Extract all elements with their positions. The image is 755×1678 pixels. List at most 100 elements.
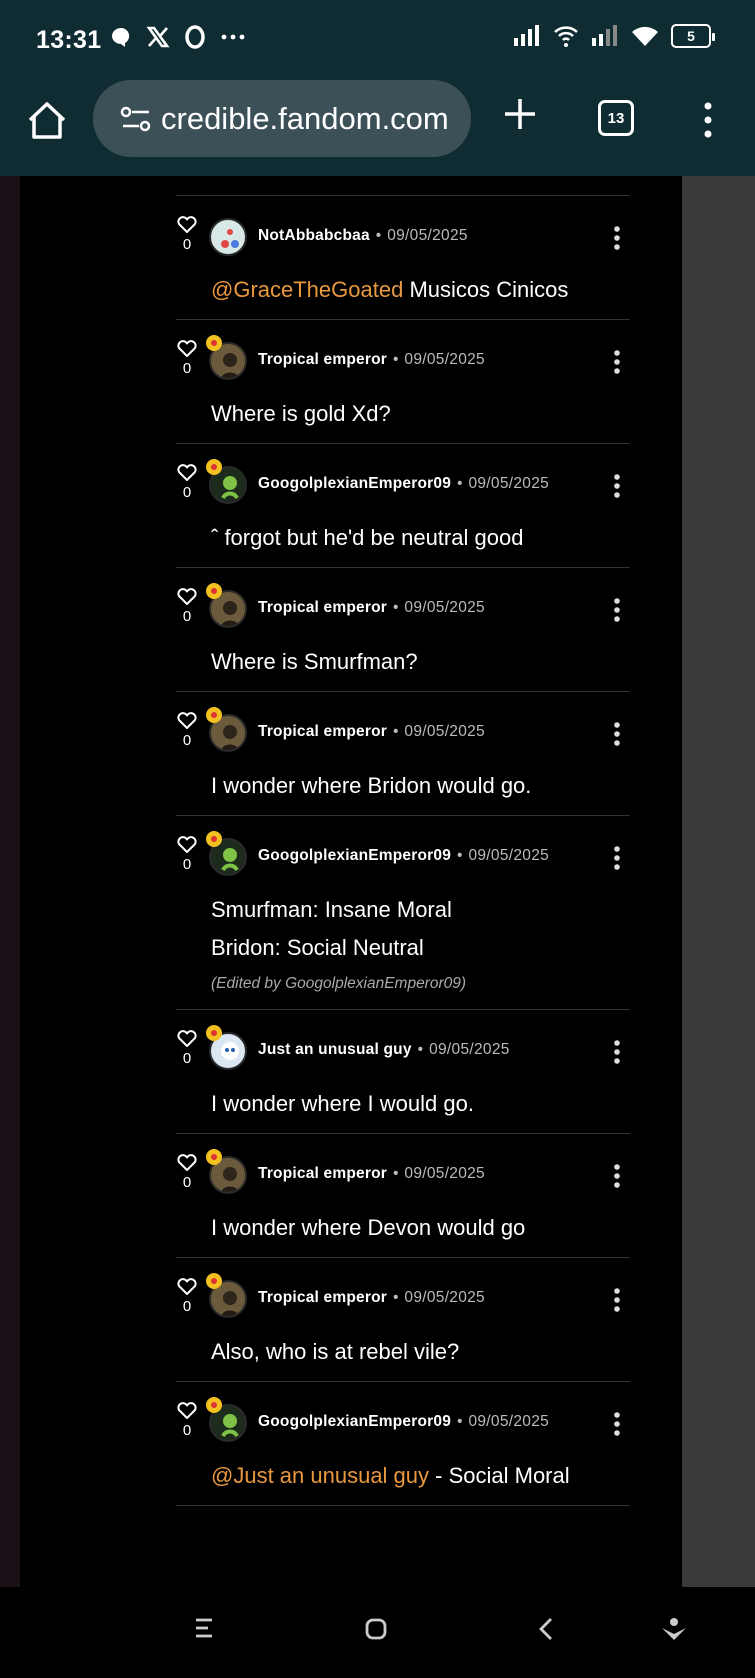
like-control[interactable]: 0: [176, 340, 198, 377]
like-control[interactable]: 0: [176, 216, 198, 253]
back-icon[interactable]: [538, 1617, 554, 1641]
badge-icon: [206, 335, 222, 351]
heart-icon[interactable]: [177, 1030, 197, 1048]
heart-icon[interactable]: [177, 464, 197, 482]
author-name[interactable]: GoogolplexianEmperor09: [258, 1413, 451, 1430]
comment-text-line: @Just an unusual guy - Social Moral: [176, 1457, 570, 1495]
like-count: 0: [182, 360, 192, 377]
comment-options-icon[interactable]: [613, 597, 621, 623]
comment-item: 0 Tropical emperor • 09/05/2025 Where is gol…: [176, 320, 630, 444]
comment-date: 09/05/2025: [468, 475, 550, 492]
like-control[interactable]: 0: [176, 712, 198, 749]
comment-text: Also, who is at rebel vile?: [211, 1339, 460, 1364]
status-time: 13:31: [36, 26, 102, 54]
badge-icon: [206, 1273, 222, 1289]
heart-icon[interactable]: [177, 712, 197, 730]
comment-options-icon[interactable]: [613, 1163, 621, 1189]
x-logo-icon: [146, 26, 170, 48]
author-name[interactable]: Just an unusual guy: [258, 1041, 412, 1058]
home-nav-icon[interactable]: [364, 1617, 388, 1641]
comment-item: 0 Tropical emperor • 09/05/2025 I wonder whe…: [176, 1134, 630, 1258]
comment-text: Where is Smurfman?: [211, 649, 418, 674]
author-name[interactable]: GoogolplexianEmperor09: [258, 847, 451, 864]
heart-icon[interactable]: [177, 1154, 197, 1172]
tab-count: 13: [607, 109, 625, 127]
comment-options-icon[interactable]: [613, 1039, 621, 1065]
comment-date: 09/05/2025: [404, 599, 485, 616]
comment-options-icon[interactable]: [613, 473, 621, 499]
comment-text: Bridon: Social Neutral: [211, 935, 424, 960]
opera-icon: [185, 25, 205, 49]
address-bar[interactable]: credible.fandom.com: [93, 80, 471, 157]
comment-text-line: Smurfman: Insane Moral: [176, 891, 466, 929]
author-name[interactable]: Tropical emperor: [258, 723, 387, 740]
assistant-icon[interactable]: [661, 1617, 687, 1643]
author-name[interactable]: Tropical emperor: [258, 1289, 387, 1306]
comment-text-line: I wonder where Devon would go: [176, 1209, 525, 1247]
badge-icon: [206, 707, 222, 723]
heart-icon[interactable]: [177, 836, 197, 854]
new-tab-icon[interactable]: [500, 94, 540, 134]
heart-icon[interactable]: [177, 588, 197, 606]
heart-icon[interactable]: [177, 340, 197, 358]
tab-switcher-button[interactable]: 13: [598, 100, 634, 136]
comment-body: I wonder where Devon would go: [176, 1209, 525, 1247]
status-bar: 13:31 5: [0, 0, 755, 80]
url-text: credible.fandom.com: [161, 100, 449, 136]
like-control[interactable]: 0: [176, 1402, 198, 1439]
comment-date: 09/05/2025: [468, 847, 550, 864]
like-control[interactable]: 0: [176, 464, 198, 501]
like-control[interactable]: 0: [176, 1278, 198, 1315]
mention-link[interactable]: @Just an unusual guy: [211, 1463, 429, 1488]
comment-text-line: I wonder where Bridon would go.: [176, 767, 531, 805]
comment-meta: NotAbbabcbaa • 09/05/2025: [258, 227, 468, 245]
like-control[interactable]: 0: [176, 588, 198, 625]
comment-item: 0 GoogolplexianEmperor09 • 09/05/2025 ˆ forg…: [176, 444, 630, 568]
comment-options-icon[interactable]: [613, 225, 621, 251]
comment-date: 09/05/2025: [468, 1413, 550, 1430]
like-count: 0: [182, 1298, 192, 1315]
separator-dot: •: [392, 723, 399, 740]
comment-text: ˆ forgot but he'd be neutral good: [211, 525, 524, 550]
heart-icon[interactable]: [177, 1278, 197, 1296]
heart-icon[interactable]: [177, 1402, 197, 1420]
comment-item: 0 NotAbbabcbaa • 09/05/2025 @GraceTheGoated …: [176, 196, 630, 320]
author-name[interactable]: Tropical emperor: [258, 351, 387, 368]
author-name[interactable]: GoogolplexianEmperor09: [258, 475, 451, 492]
author-name[interactable]: Tropical emperor: [258, 1165, 387, 1182]
browser-menu-icon[interactable]: [698, 100, 718, 140]
heart-icon[interactable]: [177, 216, 197, 234]
more-dots-icon: [221, 34, 245, 40]
comment-feed: 0 NotAbbabcbaa • 09/05/2025 @GraceTheGoated …: [176, 176, 630, 1506]
like-count: 0: [182, 1174, 192, 1191]
comment-item: 0 Just an unusual guy • 09/05/2025 I wonder …: [176, 1010, 630, 1134]
recent-apps-icon[interactable]: [194, 1617, 216, 1639]
comment-options-icon[interactable]: [613, 845, 621, 871]
comment-options-icon[interactable]: [613, 1287, 621, 1313]
left-rail: [0, 176, 20, 1587]
author-name[interactable]: NotAbbabcbaa: [258, 227, 370, 244]
browser-toolbar: credible.fandom.com 13: [0, 80, 755, 176]
site-settings-icon[interactable]: [119, 104, 153, 134]
separator-dot: •: [417, 1041, 424, 1058]
right-rail: [682, 176, 755, 1587]
like-control[interactable]: 0: [176, 836, 198, 873]
signal-icon: [514, 25, 539, 46]
like-control[interactable]: 0: [176, 1030, 198, 1067]
comment-item: 0 GoogolplexianEmperor09 • 09/05/2025 Smurfm…: [176, 816, 630, 1010]
home-icon[interactable]: [24, 98, 70, 144]
separator-dot: •: [392, 1165, 399, 1182]
comment-options-icon[interactable]: [613, 349, 621, 375]
comment-body: Where is Smurfman?: [176, 643, 418, 681]
author-name[interactable]: Tropical emperor: [258, 599, 387, 616]
wifi-call-icon: [554, 26, 578, 47]
comment-options-icon[interactable]: [613, 1411, 621, 1437]
comment-options-icon[interactable]: [613, 721, 621, 747]
like-control[interactable]: 0: [176, 1154, 198, 1191]
avatar[interactable]: [209, 218, 247, 256]
comment-body: Also, who is at rebel vile?: [176, 1333, 459, 1371]
comment-text-line: @GraceTheGoated Musicos Cinicos: [176, 271, 568, 309]
mention-link[interactable]: @GraceTheGoated: [211, 277, 403, 302]
badge-icon: [206, 459, 222, 475]
separator-dot: •: [457, 1413, 463, 1430]
